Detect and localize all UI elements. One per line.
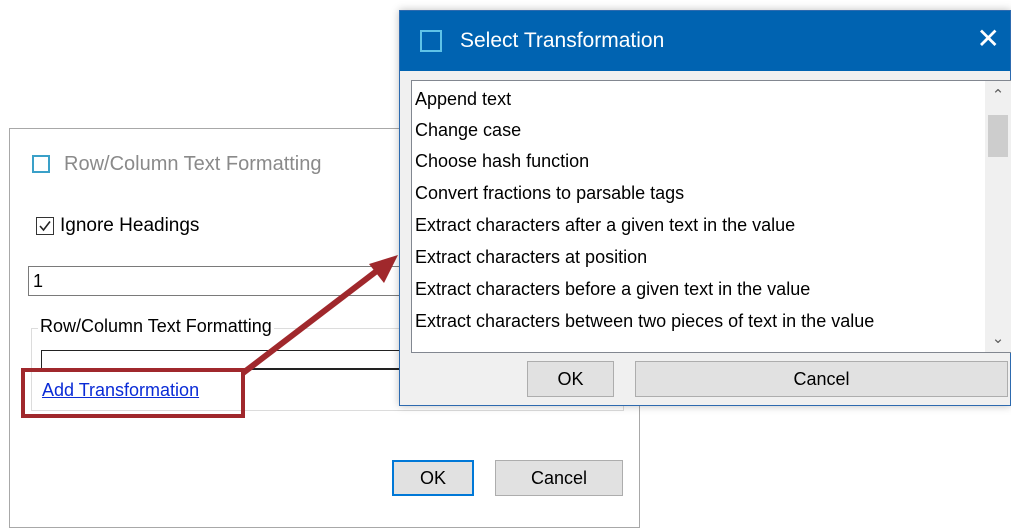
cancel-button[interactable]: Cancel [635,361,1008,397]
app-window-icon [420,30,442,52]
list-item[interactable]: Append text [415,84,511,114]
transformation-listbox[interactable]: Append text Change case Choose hash func… [411,80,1011,353]
chevron-down-icon[interactable]: ⌄ [985,324,1011,352]
list-item[interactable]: Extract characters at position [415,242,647,272]
list-item[interactable]: Extract characters after a given text in… [415,210,795,240]
list-item[interactable]: Change case [415,115,521,145]
list-item[interactable]: Extract characters before a given text i… [415,274,810,304]
ok-button[interactable]: OK [527,361,614,397]
scrollbar-thumb[interactable] [988,115,1008,157]
dialog-title: Select Transformation [460,29,665,52]
select-transformation-dialog: Select Transformation ✕ Append text Chan… [399,10,1011,406]
dialog-title-bar: Select Transformation ✕ [400,11,1010,71]
vertical-scrollbar[interactable]: ⌃ ⌄ [985,81,1011,352]
list-item[interactable]: Extract characters between two pieces of… [415,306,874,336]
list-item[interactable]: Convert fractions to parsable tags [415,178,684,208]
list-item[interactable]: Choose hash function [415,146,589,176]
close-icon[interactable]: ✕ [977,25,1000,53]
chevron-up-icon[interactable]: ⌃ [985,81,1011,109]
